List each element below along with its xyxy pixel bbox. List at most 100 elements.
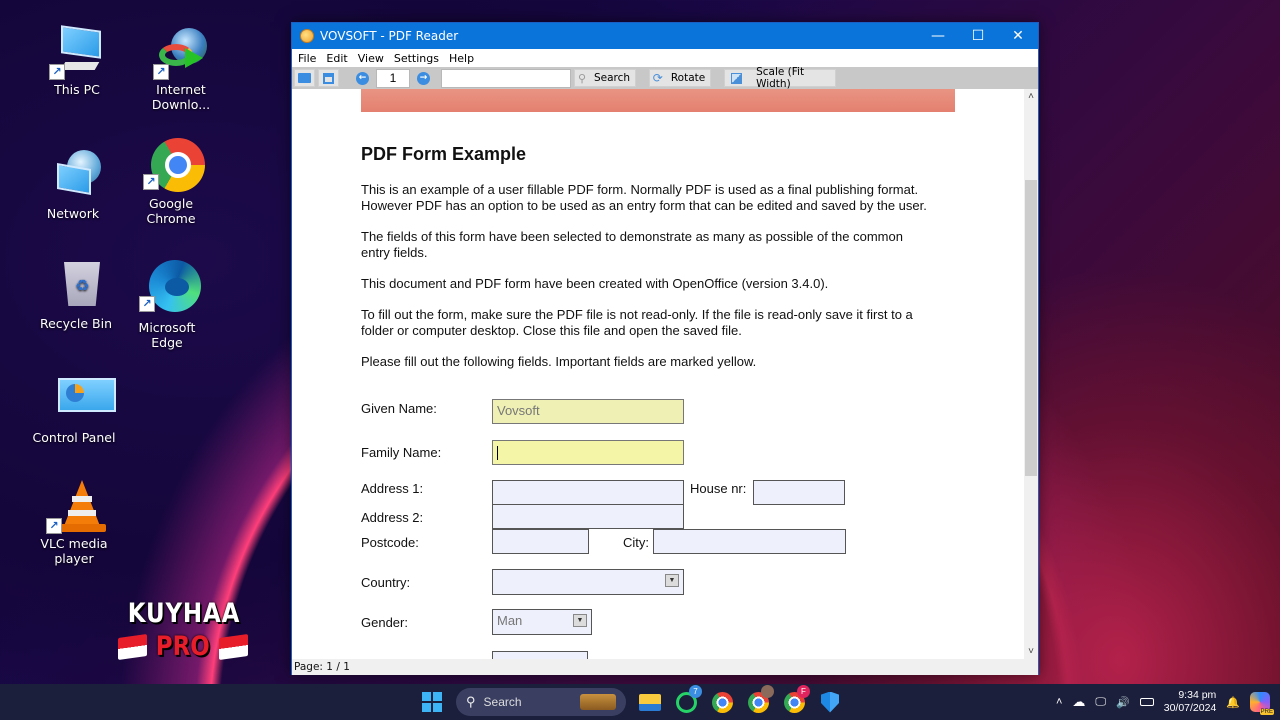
- clock[interactable]: 9:34 pm 30/07/2024: [1164, 689, 1217, 715]
- desktop-icon-this-pc[interactable]: ↗ This PC: [35, 25, 119, 97]
- page-number-input[interactable]: [376, 68, 410, 88]
- city-label: City:: [623, 535, 649, 550]
- partially-visible-field[interactable]: [492, 651, 588, 659]
- taskbar-whatsapp[interactable]: 7: [674, 685, 702, 714]
- search-button[interactable]: ⚲ Search: [574, 69, 636, 87]
- volume-icon[interactable]: 🔊: [1116, 696, 1130, 709]
- shortcut-arrow-icon: ↗: [49, 64, 65, 80]
- battery-icon[interactable]: [1139, 698, 1154, 706]
- scroll-down-arrow-icon[interactable]: ˅: [1024, 646, 1038, 657]
- vlc-icon: ↗: [46, 480, 106, 534]
- system-tray: ˄ ☁ 🖵 🔊 9:34 pm 30/07/2024 🔔 PRE: [1056, 684, 1280, 720]
- paragraph: To fill out the form, make sure the PDF …: [361, 307, 913, 338]
- next-page-button[interactable]: →: [413, 69, 434, 87]
- notification-bell-icon[interactable]: 🔔: [1226, 696, 1240, 709]
- shield-icon: [821, 691, 839, 713]
- city-field[interactable]: [653, 529, 846, 554]
- header-band: [361, 89, 955, 112]
- start-button[interactable]: [420, 690, 444, 714]
- paragraph: Please fill out the following fields. Im…: [361, 354, 757, 369]
- close-button[interactable]: ✕: [998, 23, 1038, 49]
- taskbar-windows-security[interactable]: [818, 690, 842, 714]
- desktop-icon-microsoft-edge[interactable]: ↗ Microsoft Edge: [125, 260, 209, 350]
- open-button[interactable]: [294, 69, 315, 87]
- rotate-button[interactable]: ⟳ Rotate: [649, 69, 711, 87]
- previous-page-button[interactable]: ←: [352, 69, 373, 87]
- folder-icon: [639, 693, 661, 711]
- desktop-icon-label: Network: [46, 206, 100, 221]
- computer-icon: ↗: [49, 25, 105, 80]
- country-dropdown[interactable]: ▼: [492, 569, 684, 595]
- desktop-icon-recycle-bin[interactable]: ♻ Recycle Bin: [34, 260, 118, 331]
- scrollbar-thumb[interactable]: [1025, 180, 1037, 476]
- scale-button[interactable]: Scale (Fit Width): [724, 66, 836, 90]
- arrow-right-icon: →: [417, 71, 430, 85]
- house-nr-field[interactable]: [753, 480, 845, 505]
- taskbar: ⚲ Search 7 F ˄ ☁ 🖵 🔊 9:34 pm 30/07/2024 …: [0, 684, 1280, 720]
- family-name-field[interactable]: [492, 440, 684, 465]
- save-button[interactable]: [318, 69, 339, 87]
- minimize-button[interactable]: —: [918, 23, 958, 49]
- taskbar-chrome[interactable]: [710, 690, 734, 714]
- menu-edit[interactable]: Edit: [324, 52, 353, 65]
- text-cursor: [497, 445, 498, 460]
- postcode-label: Postcode:: [361, 535, 419, 550]
- network-icon[interactable]: 🖵: [1095, 696, 1106, 709]
- profile-avatar: [761, 685, 774, 698]
- menu-help[interactable]: Help: [447, 52, 480, 65]
- save-icon: [323, 72, 334, 84]
- title-bar[interactable]: VOVSOFT - PDF Reader — ☐ ✕: [292, 23, 1038, 49]
- paragraph: The fields of this form have been select…: [361, 229, 903, 260]
- maximize-button[interactable]: ☐: [958, 23, 998, 49]
- shortcut-arrow-icon: ↗: [139, 296, 155, 312]
- clock-date: 30/07/2024: [1163, 702, 1217, 714]
- copilot-preview-badge: PRE: [1259, 709, 1274, 715]
- indonesia-flag-icon: [218, 633, 248, 660]
- chevron-down-icon[interactable]: ▼: [665, 574, 679, 587]
- taskbar-search[interactable]: ⚲ Search: [456, 688, 626, 716]
- taskbar-chrome-profile-1[interactable]: [746, 685, 774, 714]
- taskbar-file-explorer[interactable]: [638, 690, 662, 714]
- chevron-up-icon[interactable]: ˄: [1056, 696, 1062, 708]
- watermark: KUYHAA PRO: [118, 598, 248, 662]
- paragraph: This document and PDF form have been cre…: [361, 276, 829, 291]
- paragraph: This is an example of a user fillable PD…: [361, 182, 927, 213]
- recycle-bin-icon: ♻: [48, 260, 104, 314]
- menu-settings[interactable]: Settings: [392, 52, 445, 65]
- desktop-icon-label: VLC media player: [40, 536, 108, 566]
- shortcut-arrow-icon: ↗: [143, 174, 159, 190]
- desktop-icon-vlc[interactable]: ↗ VLC media player: [32, 480, 116, 566]
- toolbar: ← → ⚲ Search ⟳ Rotate Scale (Fit Width): [292, 66, 1038, 90]
- notification-badge: 7: [689, 685, 702, 698]
- watermark-line1: KUYHAA: [127, 598, 241, 629]
- postcode-field[interactable]: [492, 529, 589, 554]
- pdf-reader-window: VOVSOFT - PDF Reader — ☐ ✕ File Edit Vie…: [291, 22, 1039, 675]
- menu-file[interactable]: File: [296, 52, 322, 65]
- given-name-field[interactable]: Vovsoft: [492, 399, 684, 424]
- menu-view[interactable]: View: [356, 52, 390, 65]
- house-nr-label: House nr:: [690, 481, 747, 496]
- watermark-line2: PRO: [155, 631, 210, 662]
- arrow-left-icon: ←: [356, 71, 369, 85]
- menu-bar: File Edit View Settings Help: [292, 49, 1038, 67]
- document-viewport[interactable]: PDF Form Example This is an example of a…: [292, 89, 1024, 659]
- desktop-icon-network[interactable]: Network: [31, 150, 115, 221]
- clock-time: 9:34 pm: [1178, 689, 1217, 701]
- gender-value: Man: [497, 613, 523, 628]
- desktop-icon-internet-download-manager[interactable]: ↗ Internet Downlo...: [139, 26, 223, 112]
- address1-field[interactable]: [492, 480, 684, 505]
- vertical-scrollbar[interactable]: ˄ ˅: [1024, 89, 1038, 659]
- scroll-up-arrow-icon[interactable]: ˄: [1024, 91, 1038, 102]
- copilot-icon[interactable]: PRE: [1250, 692, 1274, 715]
- desktop-icon-google-chrome[interactable]: ↗ Google Chrome: [129, 138, 213, 226]
- taskbar-chrome-profile-2[interactable]: F: [782, 685, 810, 714]
- chrome-icon: [711, 691, 733, 713]
- address1-label: Address 1:: [361, 481, 424, 496]
- address2-field[interactable]: [492, 504, 684, 529]
- desktop-icon-control-panel[interactable]: Control Panel: [32, 374, 116, 445]
- search-input[interactable]: [441, 68, 571, 88]
- chevron-down-icon[interactable]: ▼: [573, 614, 587, 627]
- onedrive-icon[interactable]: ☁: [1072, 694, 1085, 710]
- gender-dropdown[interactable]: Man ▼: [492, 609, 592, 635]
- rotate-button-label: Rotate: [670, 72, 706, 84]
